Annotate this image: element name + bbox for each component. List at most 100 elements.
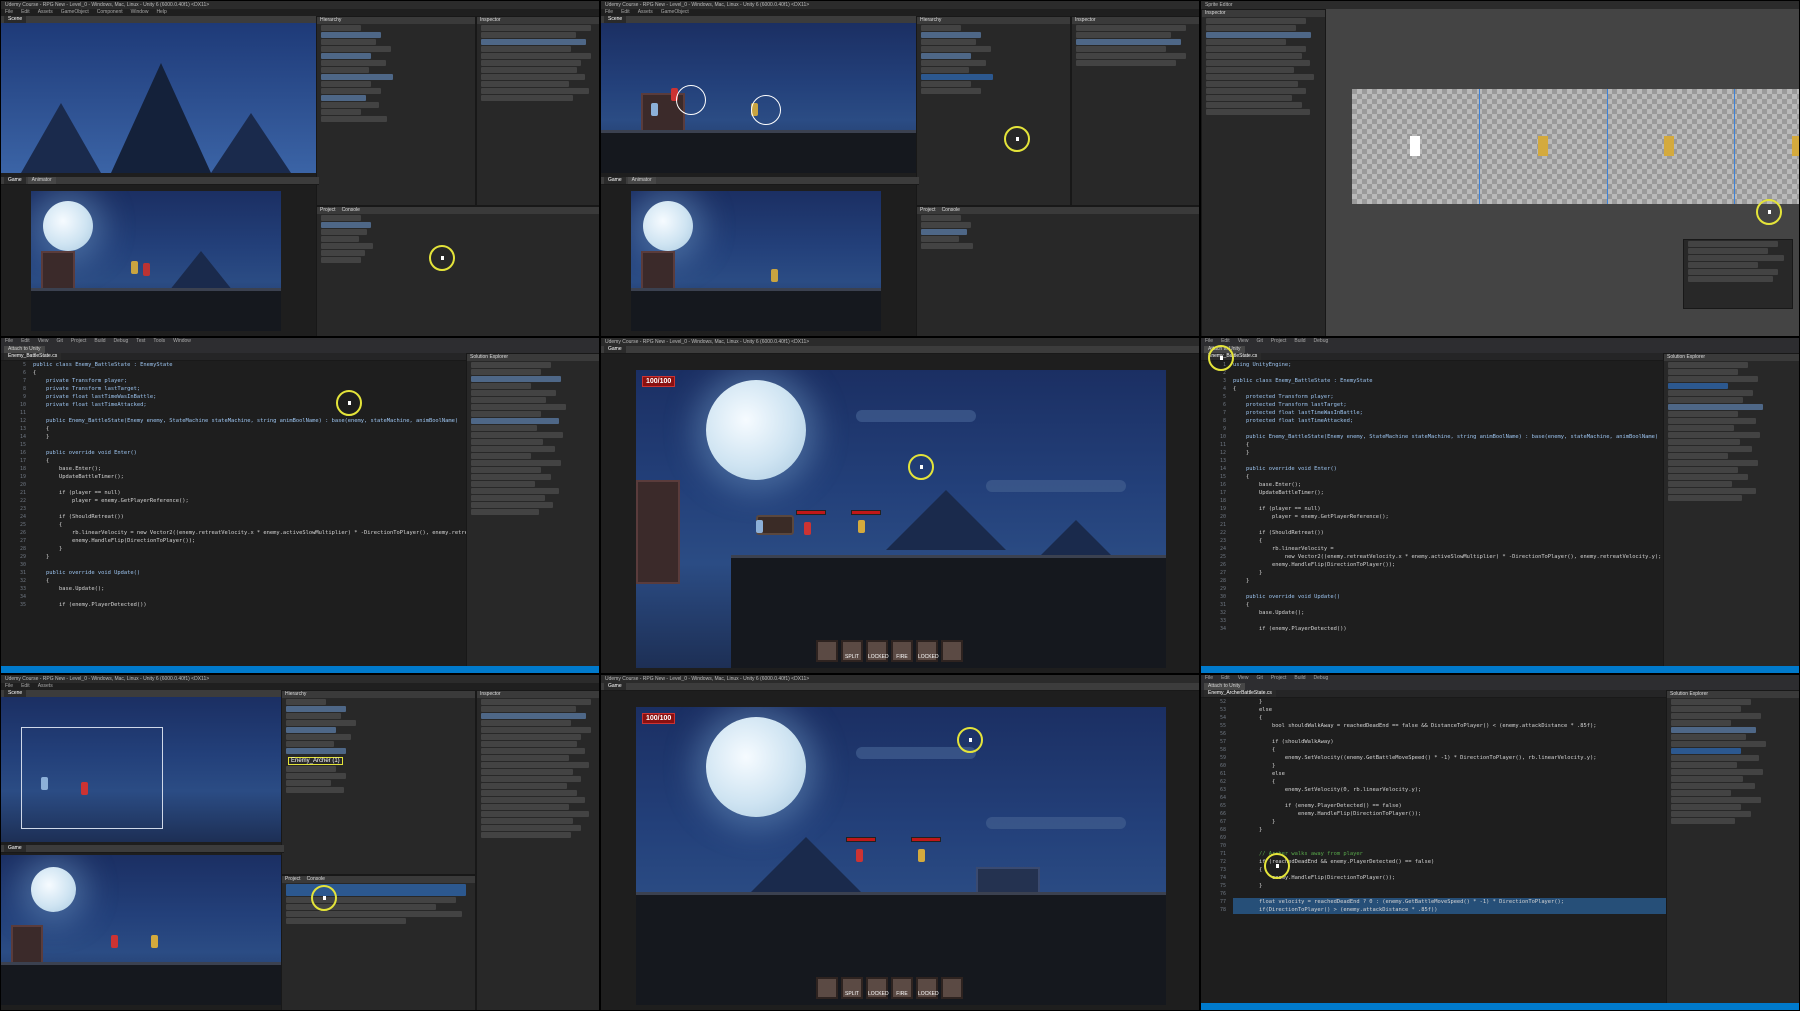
skill-slot-fire[interactable]: FIRE bbox=[891, 977, 913, 999]
code-line[interactable]: if (player == null) bbox=[33, 489, 466, 497]
menu-gameobject[interactable]: GameObject bbox=[661, 9, 689, 15]
code-line[interactable]: if (enemy.PlayerDetected()) bbox=[33, 601, 466, 609]
code-line[interactable]: if (ShouldRetreat()) bbox=[1233, 529, 1663, 537]
code-line[interactable]: public override void Update() bbox=[1233, 593, 1663, 601]
code-line[interactable]: } bbox=[1233, 818, 1666, 826]
menu-assets[interactable]: Assets bbox=[38, 683, 53, 689]
code-line[interactable]: using UnityEngine; bbox=[1233, 361, 1663, 369]
code-line[interactable] bbox=[33, 481, 466, 489]
code-line[interactable]: enemy.HandleFlip(DirectionToPlayer()); bbox=[1233, 874, 1666, 882]
code-line[interactable]: public override void Enter() bbox=[33, 449, 466, 457]
hierarchy-item-selected[interactable]: Enemy_Archer (1) bbox=[288, 757, 343, 765]
code-line[interactable]: if (enemy.PlayerDetected() == false) bbox=[1233, 802, 1666, 810]
code-line[interactable]: { bbox=[33, 521, 466, 529]
menu-window[interactable]: Window bbox=[173, 338, 191, 344]
scene-view[interactable] bbox=[1, 23, 316, 173]
skill-slot-locked[interactable]: LOCKED bbox=[916, 977, 939, 999]
skill-slot-split[interactable]: SPLIT bbox=[841, 640, 863, 662]
menu-debug[interactable]: Debug bbox=[1314, 675, 1329, 681]
menu-assets[interactable]: Assets bbox=[638, 9, 653, 15]
code-line[interactable]: if(DirectionToPlayer() > (enemy.attackDi… bbox=[1233, 906, 1666, 914]
menu-project[interactable]: Project bbox=[1271, 338, 1287, 344]
code-line[interactable]: { bbox=[33, 425, 466, 433]
code-text[interactable]: using UnityEngine; public class Enemy_Ba… bbox=[1233, 361, 1663, 665]
tab-game[interactable]: Game bbox=[604, 346, 626, 353]
sprite-editor-canvas[interactable] bbox=[1326, 9, 1799, 336]
menu-help[interactable]: Help bbox=[156, 9, 166, 15]
menu-edit[interactable]: Edit bbox=[21, 338, 30, 344]
tab-game[interactable]: Game bbox=[604, 683, 626, 690]
code-line[interactable]: public Enemy_BattleState(Enemy enemy, St… bbox=[33, 417, 466, 425]
code-line[interactable]: } bbox=[1233, 449, 1663, 457]
code-text[interactable]: } else { bool shouldWalkAway = reachedDe… bbox=[1233, 698, 1666, 1002]
code-line[interactable]: bool shouldWalkAway = reachedDeadEnd == … bbox=[1233, 722, 1666, 730]
code-line[interactable]: enemy.HandleFlip(DirectionToPlayer()); bbox=[1233, 810, 1666, 818]
menu-view[interactable]: View bbox=[1238, 675, 1249, 681]
code-line[interactable]: enemy.HandleFlip(DirectionToPlayer()); bbox=[1233, 561, 1663, 569]
menu-build[interactable]: Build bbox=[94, 338, 105, 344]
code-line[interactable]: { bbox=[1233, 746, 1666, 754]
code-line[interactable]: enemy.SetVelocity((enemy.GetBattleMoveSp… bbox=[1233, 754, 1666, 762]
code-line[interactable]: private Transform lastTarget; bbox=[33, 385, 466, 393]
attach-button[interactable]: Attach to Unity bbox=[4, 346, 45, 353]
code-line[interactable]: if (enemy.PlayerDetected()) bbox=[1233, 625, 1663, 633]
code-line[interactable]: base.Update(); bbox=[33, 585, 466, 593]
sprite-sheet[interactable] bbox=[1352, 89, 1799, 204]
game-view[interactable] bbox=[1, 855, 281, 1005]
menu-debug[interactable]: Debug bbox=[1314, 338, 1329, 344]
menu-git[interactable]: Git bbox=[1256, 675, 1262, 681]
code-line[interactable] bbox=[33, 561, 466, 569]
skill-slot-locked[interactable]: LOCKED bbox=[866, 640, 889, 662]
code-line[interactable]: } bbox=[33, 545, 466, 553]
skill-slot[interactable] bbox=[941, 640, 963, 662]
code-line[interactable]: float velocity = reachedDeadEnd ? 0 : (e… bbox=[1233, 898, 1666, 906]
code-line[interactable]: } bbox=[1233, 698, 1666, 706]
code-line[interactable]: if (player == null) bbox=[1233, 505, 1663, 513]
skill-slot-locked[interactable]: LOCKED bbox=[866, 977, 889, 999]
code-line[interactable]: player = enemy.GetPlayerReference(); bbox=[1233, 513, 1663, 521]
tab-game[interactable]: Game bbox=[604, 177, 626, 184]
code-line[interactable]: UpdateBattleTimer(); bbox=[33, 473, 466, 481]
code-line[interactable] bbox=[1233, 425, 1663, 433]
menu-git[interactable]: Git bbox=[56, 338, 62, 344]
menu-component[interactable]: Component bbox=[97, 9, 123, 15]
tab-game[interactable]: Game bbox=[4, 177, 26, 184]
code-line[interactable]: UpdateBattleTimer(); bbox=[1233, 489, 1663, 497]
menu-project[interactable]: Project bbox=[1271, 675, 1287, 681]
code-line[interactable]: base.Update(); bbox=[1233, 609, 1663, 617]
code-line[interactable]: base.Enter(); bbox=[33, 465, 466, 473]
tab-game[interactable]: Game bbox=[4, 845, 26, 852]
attach-button[interactable]: Attach to Unity bbox=[1204, 683, 1245, 690]
code-line[interactable]: } bbox=[33, 553, 466, 561]
code-line[interactable]: } bbox=[1233, 577, 1663, 585]
code-line[interactable]: } bbox=[33, 433, 466, 441]
menu-gameobject[interactable]: GameObject bbox=[61, 9, 89, 15]
code-line[interactable]: { bbox=[1233, 778, 1666, 786]
code-line[interactable]: protected float lastTimeAttacked; bbox=[1233, 417, 1663, 425]
menu-edit[interactable]: Edit bbox=[21, 9, 30, 15]
code-line[interactable]: rb.linearVelocity = bbox=[1233, 545, 1663, 553]
code-line[interactable] bbox=[1233, 457, 1663, 465]
code-line[interactable]: { bbox=[33, 457, 466, 465]
code-line[interactable]: } bbox=[1233, 762, 1666, 770]
code-line[interactable]: // Archer walks away from player bbox=[1233, 850, 1666, 858]
menu-file[interactable]: File bbox=[5, 683, 13, 689]
code-line[interactable] bbox=[33, 441, 466, 449]
code-line[interactable]: rb.linearVelocity = new Vector2((enemy.r… bbox=[33, 529, 466, 537]
code-line[interactable]: player = enemy.GetPlayerReference(); bbox=[33, 497, 466, 505]
skill-slot[interactable] bbox=[816, 977, 838, 999]
code-line[interactable]: { bbox=[1233, 601, 1663, 609]
game-view[interactable] bbox=[31, 191, 281, 331]
code-line[interactable] bbox=[1233, 585, 1663, 593]
code-line[interactable]: if (reachedDeadEnd && enemy.PlayerDetect… bbox=[1233, 858, 1666, 866]
code-text[interactable]: public class Enemy_BattleState : EnemySt… bbox=[33, 361, 466, 665]
menu-git[interactable]: Git bbox=[1256, 338, 1262, 344]
tab-scene[interactable]: Scene bbox=[4, 690, 27, 697]
code-line[interactable]: public class Enemy_BattleState : EnemySt… bbox=[33, 361, 466, 369]
code-line[interactable]: else bbox=[1233, 706, 1666, 714]
menu-file[interactable]: File bbox=[5, 9, 13, 15]
code-line[interactable]: { bbox=[1233, 473, 1663, 481]
code-line[interactable]: { bbox=[1233, 714, 1666, 722]
code-editor[interactable]: 1 2 3 4 5 6 7 8 9 10 11 12 13 14 15 16 17 18 19 20 21 22 23 24 2… bbox=[1201, 361, 1663, 665]
menu-view[interactable]: View bbox=[1238, 338, 1249, 344]
